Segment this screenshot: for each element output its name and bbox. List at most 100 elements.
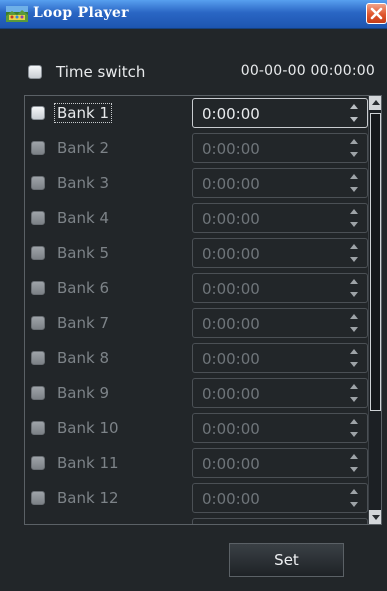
- bank-row: Bank 8 0:00:00: [25, 341, 368, 376]
- bank-checkbox[interactable]: [31, 421, 45, 435]
- bank-time-value: 0:00:00: [202, 315, 260, 333]
- close-icon: [370, 7, 383, 20]
- bank-list: Bank 1 0:00:00 Bank 2 0:00:00 Bank 3 0:00:00 B…: [24, 95, 382, 525]
- list-scrollbar[interactable]: [368, 96, 381, 524]
- spin-up-icon[interactable]: [350, 454, 358, 459]
- bank-row: Bank 10 0:00:00: [25, 411, 368, 446]
- spin-up-icon[interactable]: [350, 349, 358, 354]
- bank-time-value: 0:00:00: [202, 280, 260, 298]
- spin-up-icon[interactable]: [350, 244, 358, 249]
- close-button[interactable]: [366, 3, 387, 24]
- bank-time-value: 0:00:00: [202, 385, 260, 403]
- title-bar[interactable]: Loop Player: [0, 0, 387, 29]
- bank-time-spinbox[interactable]: 0:00:00: [192, 273, 368, 303]
- set-button[interactable]: Set: [229, 543, 344, 577]
- spin-up-icon[interactable]: [350, 104, 358, 109]
- bank-label: Bank 11: [57, 454, 119, 472]
- bank-time-value: 0:00:00: [202, 350, 260, 368]
- bank-checkbox[interactable]: [31, 456, 45, 470]
- bank-time-spinbox[interactable]: 0:00:00: [192, 483, 368, 513]
- spin-up-icon[interactable]: [350, 174, 358, 179]
- scroll-down-button[interactable]: [369, 510, 381, 524]
- bank-row: Bank 4 0:00:00: [25, 201, 368, 236]
- spin-up-icon[interactable]: [350, 279, 358, 284]
- app-icon: [6, 6, 28, 22]
- scroll-up-button[interactable]: [369, 96, 381, 110]
- spin-up-icon[interactable]: [350, 139, 358, 144]
- scroll-thumb[interactable]: [370, 113, 381, 411]
- spin-down-icon[interactable]: [350, 362, 358, 367]
- bank-time-value: 0:00:00: [202, 105, 260, 123]
- spin-down-icon[interactable]: [350, 117, 358, 122]
- bank-label: Bank 1: [54, 103, 112, 123]
- bank-checkbox[interactable]: [31, 351, 45, 365]
- bank-time-spinbox[interactable]: 0:00:00: [192, 238, 368, 268]
- bank-checkbox[interactable]: [31, 316, 45, 330]
- bank-label: Bank 6: [57, 279, 109, 297]
- bank-label: Bank 12: [57, 489, 119, 507]
- spin-up-icon[interactable]: [350, 384, 358, 389]
- bank-time-spinbox[interactable]: 0:00:00: [192, 413, 368, 443]
- spin-down-icon[interactable]: [350, 187, 358, 192]
- bank-checkbox[interactable]: [31, 211, 45, 225]
- bank-time-value: 0:00:00: [202, 245, 260, 263]
- bank-time-spinbox[interactable]: 0:00:00: [192, 203, 368, 233]
- spin-down-icon[interactable]: [350, 222, 358, 227]
- spin-up-icon[interactable]: [350, 209, 358, 214]
- bank-row: Bank 3 0:00:00: [25, 166, 368, 201]
- bank-checkbox[interactable]: [31, 176, 45, 190]
- bank-time-spinbox[interactable]: 0:00:00: [192, 308, 368, 338]
- bank-checkbox[interactable]: [31, 246, 45, 260]
- bank-time-value: 0:00:00: [202, 490, 260, 508]
- bank-time-spinbox[interactable]: 0:00:00: [192, 448, 368, 478]
- bank-label: Bank 4: [57, 209, 109, 227]
- bank-row: Bank 12 0:00:00: [25, 481, 368, 516]
- bank-time-spinbox[interactable]: 0:00:00: [192, 378, 368, 408]
- loop-player-window: Loop Player Time switch 00-00-00 00:00:0…: [0, 0, 387, 591]
- spin-up-icon[interactable]: [350, 524, 358, 525]
- bank-checkbox[interactable]: [31, 491, 45, 505]
- spin-up-icon[interactable]: [350, 489, 358, 494]
- spin-up-icon[interactable]: [350, 314, 358, 319]
- spin-down-icon[interactable]: [350, 292, 358, 297]
- spin-down-icon[interactable]: [350, 152, 358, 157]
- bank-label: Bank 3: [57, 174, 109, 192]
- bank-label: Bank 8: [57, 349, 109, 367]
- bank-label: Bank 5: [57, 244, 109, 262]
- window-title: Loop Player: [33, 5, 129, 21]
- bank-time-spinbox[interactable]: 0:00:00: [192, 518, 368, 525]
- time-switch-value: 00-00-00 00:00:00: [240, 63, 375, 79]
- bank-time-value: 0:00:00: [202, 420, 260, 438]
- time-switch-checkbox[interactable]: [28, 65, 42, 79]
- spin-down-icon[interactable]: [350, 327, 358, 332]
- spin-down-icon[interactable]: [350, 502, 358, 507]
- spin-down-icon[interactable]: [350, 397, 358, 402]
- spin-down-icon[interactable]: [350, 467, 358, 472]
- bank-time-value: 0:00:00: [202, 210, 260, 228]
- bank-label: Bank 10: [57, 419, 119, 437]
- bank-label: Bank 13: [57, 524, 119, 525]
- bank-time-spinbox[interactable]: 0:00:00: [192, 133, 368, 163]
- bank-checkbox[interactable]: [31, 106, 45, 120]
- bank-row: Bank 11 0:00:00: [25, 446, 368, 481]
- bank-row: Bank 2 0:00:00: [25, 131, 368, 166]
- bank-label: Bank 7: [57, 314, 109, 332]
- spin-down-icon[interactable]: [350, 432, 358, 437]
- bank-row: Bank 5 0:00:00: [25, 236, 368, 271]
- bank-row: Bank 7 0:00:00: [25, 306, 368, 341]
- spin-up-icon[interactable]: [350, 419, 358, 424]
- bank-time-value: 0:00:00: [202, 175, 260, 193]
- bank-row: Bank 13 0:00:00: [25, 516, 368, 525]
- bank-label: Bank 9: [57, 384, 109, 402]
- bank-time-value: 0:00:00: [202, 455, 260, 473]
- time-switch-row: Time switch 00-00-00 00:00:00: [0, 58, 387, 86]
- bank-checkbox[interactable]: [31, 281, 45, 295]
- bank-checkbox[interactable]: [31, 141, 45, 155]
- bank-time-spinbox[interactable]: 0:00:00: [192, 98, 368, 128]
- spin-down-icon[interactable]: [350, 257, 358, 262]
- bank-time-spinbox[interactable]: 0:00:00: [192, 343, 368, 373]
- bank-label: Bank 2: [57, 139, 109, 157]
- bank-time-spinbox[interactable]: 0:00:00: [192, 168, 368, 198]
- bank-checkbox[interactable]: [31, 386, 45, 400]
- time-switch-label: Time switch: [56, 63, 146, 81]
